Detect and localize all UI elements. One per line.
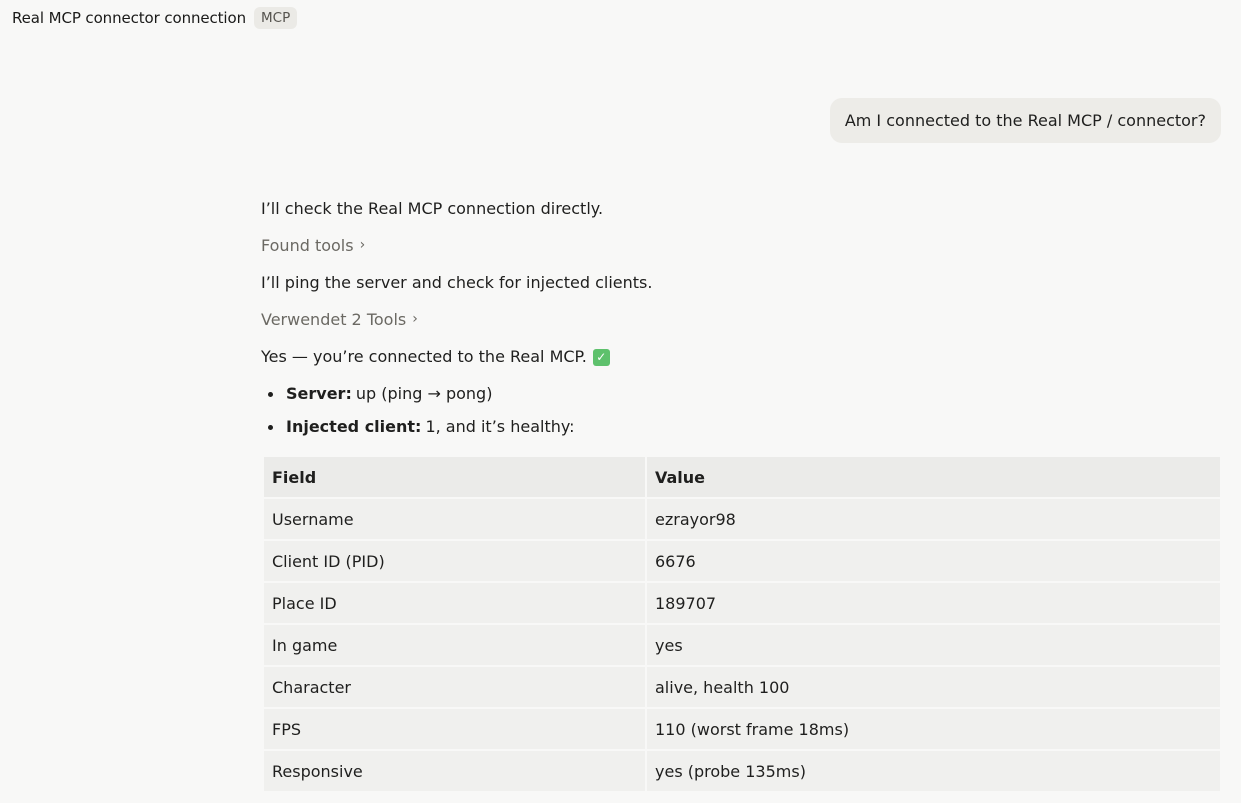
assistant-paragraph: Yes — you’re connected to the Real MCP. … — [261, 345, 1221, 369]
project-tag[interactable]: MCP — [254, 7, 298, 29]
status-list: Server: up (ping → pong) Injected client… — [268, 382, 1221, 439]
field-cell: Username — [264, 499, 645, 539]
field-cell: In game — [264, 625, 645, 665]
top-fade — [0, 36, 1241, 76]
table-row: In game yes — [264, 625, 1220, 665]
field-cell: Client ID (PID) — [264, 541, 645, 581]
field-cell: Responsive — [264, 751, 645, 791]
table-row: Character alive, health 100 — [264, 667, 1220, 707]
assistant-text: I’ll ping the server and check for injec… — [261, 273, 653, 292]
list-item-label: Injected client: — [286, 417, 422, 436]
assistant-text: Yes — you’re connected to the Real MCP. — [261, 347, 587, 366]
user-message-text: Am I connected to the Real MCP / connect… — [844, 111, 1206, 130]
chevron-right-icon: › — [412, 311, 418, 327]
field-cell: Character — [264, 667, 645, 707]
tool-summary-row: Verwendet 2 Tools › — [261, 308, 1221, 332]
top-bar: Real MCP connector connection MCP — [0, 0, 1241, 36]
client-info-table: Field Value Username ezrayor98 Client ID… — [262, 455, 1222, 793]
used-tools-label: Verwendet 2 Tools — [261, 310, 407, 329]
bullet-icon — [268, 424, 273, 430]
table-row: Place ID 189707 — [264, 583, 1220, 623]
check-mark-icon: ✓ — [592, 348, 610, 366]
list-item: Injected client: 1, and it’s healthy: — [268, 415, 1221, 439]
assistant-paragraph: I’ll ping the server and check for injec… — [261, 271, 1221, 295]
assistant-message: I’ll check the Real MCP connection direc… — [261, 196, 1221, 439]
value-cell: 6676 — [647, 541, 1220, 581]
value-cell: alive, health 100 — [647, 667, 1220, 707]
user-message-bubble: Am I connected to the Real MCP / connect… — [829, 98, 1221, 143]
assistant-text: I’ll check the Real MCP connection direc… — [261, 198, 604, 218]
value-cell: 110 (worst frame 18ms) — [647, 709, 1220, 749]
list-item-label: Server: — [286, 384, 352, 403]
column-header-value: Value — [647, 457, 1220, 497]
column-header-field: Field — [264, 457, 645, 497]
list-item-text: 1, and it’s healthy: — [425, 417, 575, 436]
assistant-paragraph: I’ll check the Real MCP connection direc… — [261, 196, 1221, 221]
table-row: FPS 110 (worst frame 18ms) — [264, 709, 1220, 749]
value-cell: yes (probe 135ms) — [647, 751, 1220, 791]
table-header-row: Field Value — [264, 457, 1220, 497]
value-cell: 189707 — [647, 583, 1220, 623]
value-cell: yes — [647, 625, 1220, 665]
tool-summary-row: Found tools › — [261, 234, 1221, 258]
chevron-right-icon: › — [359, 237, 366, 253]
used-tools-toggle[interactable]: Verwendet 2 Tools › — [261, 308, 418, 332]
conversation-title[interactable]: Real MCP connector connection — [12, 9, 246, 27]
found-tools-toggle[interactable]: Found tools › — [261, 234, 365, 258]
field-cell: FPS — [264, 709, 645, 749]
bullet-icon — [268, 391, 273, 397]
list-item: Server: up (ping → pong) — [268, 382, 1221, 406]
table-row: Username ezrayor98 — [264, 499, 1220, 539]
field-cell: Place ID — [264, 583, 645, 623]
table-row: Responsive yes (probe 135ms) — [264, 751, 1220, 791]
found-tools-label: Found tools — [261, 236, 354, 255]
list-item-text: up (ping → pong) — [355, 384, 493, 403]
table-row: Client ID (PID) 6676 — [264, 541, 1220, 581]
value-cell: ezrayor98 — [647, 499, 1220, 539]
